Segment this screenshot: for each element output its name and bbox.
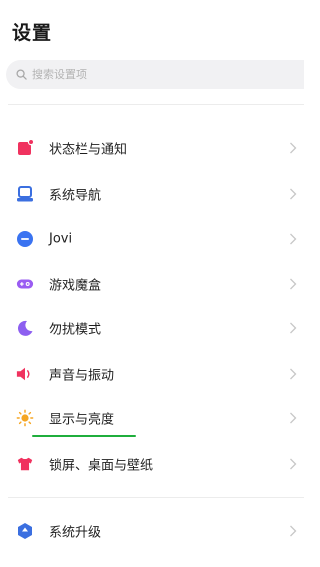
game-box-icon [16, 275, 34, 293]
settings-item-label: 显示与亮度 [49, 412, 115, 428]
settings-item-display-brightness[interactable]: 显示与亮度 [0, 396, 304, 440]
page-title: 设置 [12, 22, 53, 44]
speaker-icon [16, 365, 34, 383]
settings-item-label: 游戏魔盒 [49, 278, 102, 294]
chevron-right-icon [290, 525, 297, 537]
search-bar[interactable] [6, 60, 304, 89]
chevron-right-icon [290, 458, 297, 470]
settings-item-system-update[interactable]: 系统升级 [0, 509, 304, 553]
settings-item-label: 声音与振动 [49, 368, 115, 384]
search-input[interactable] [32, 68, 252, 81]
system-update-icon [16, 522, 34, 540]
section-divider [8, 104, 304, 105]
settings-item-jovi[interactable]: Jovi [0, 217, 304, 261]
settings-item-sound-vibration[interactable]: 声音与振动 [0, 352, 304, 396]
highlight-underline [32, 435, 136, 437]
moon-icon [16, 319, 34, 337]
settings-item-label: 锁屏、桌面与壁纸 [49, 458, 154, 474]
chevron-right-icon [290, 278, 297, 290]
settings-item-lock-screen-wallpaper[interactable]: 锁屏、桌面与壁纸 [0, 442, 304, 486]
chevron-right-icon [290, 142, 297, 154]
chevron-right-icon [290, 188, 297, 200]
tshirt-icon [16, 455, 34, 473]
chevron-right-icon [290, 322, 297, 334]
section-divider [8, 497, 304, 498]
settings-item-system-navigation[interactable]: 系统导航 [0, 172, 304, 216]
chevron-right-icon [290, 368, 297, 380]
jovi-icon [16, 230, 34, 248]
settings-item-label: 系统升级 [49, 525, 102, 541]
settings-item-do-not-disturb[interactable]: 勿扰模式 [0, 306, 304, 350]
notification-icon [16, 139, 34, 157]
chevron-right-icon [290, 412, 297, 424]
settings-item-status-bar[interactable]: 状态栏与通知 [0, 126, 304, 170]
settings-item-label: 勿扰模式 [49, 322, 102, 338]
settings-item-label: Jovi [49, 231, 73, 247]
navigation-icon [16, 185, 34, 203]
sun-icon [16, 409, 34, 427]
settings-item-game-box[interactable]: 游戏魔盒 [0, 262, 304, 306]
settings-item-label: 状态栏与通知 [49, 142, 128, 158]
chevron-right-icon [290, 233, 297, 245]
settings-item-label: 系统导航 [49, 188, 102, 204]
search-icon [16, 69, 27, 80]
